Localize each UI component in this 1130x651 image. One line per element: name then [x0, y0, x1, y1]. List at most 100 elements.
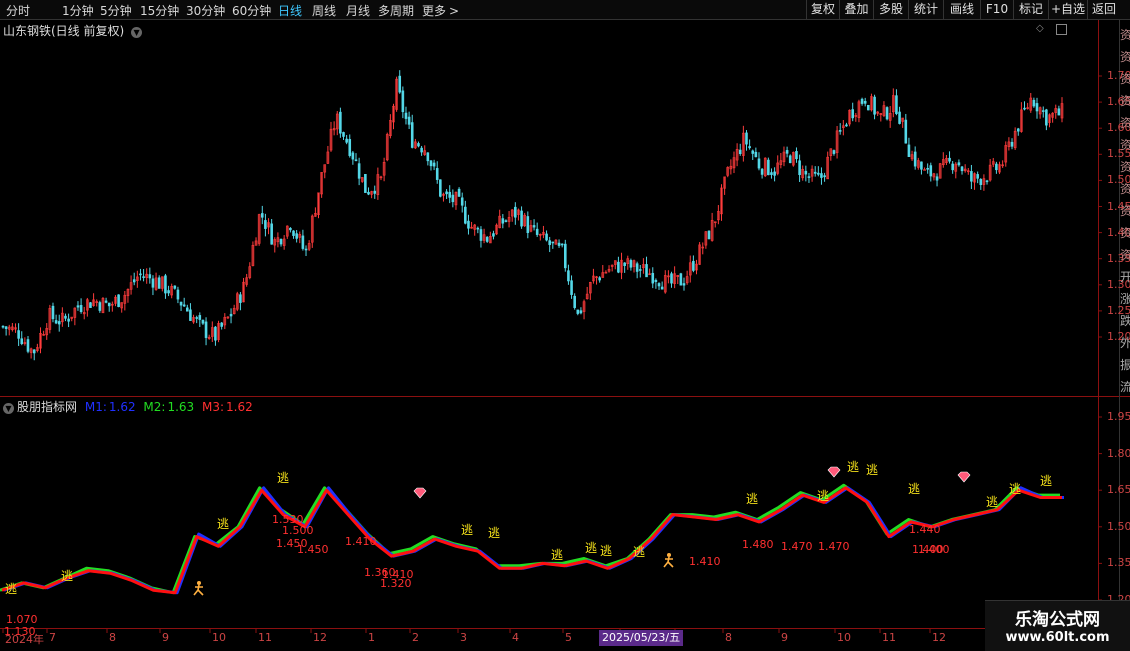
- side-quote-char: 资: [1120, 226, 1130, 240]
- candle-body: [432, 162, 436, 167]
- candle-body: [214, 326, 217, 341]
- candle-body: [904, 119, 908, 144]
- candle-body: [167, 290, 170, 294]
- candle-body: [979, 179, 983, 185]
- date-tick-label: 8: [725, 631, 732, 644]
- price-note-label: 1.440: [909, 523, 941, 536]
- candle-body: [795, 151, 798, 160]
- indicator-tick-label: 1.95: [1107, 410, 1130, 423]
- candle-body: [301, 235, 305, 249]
- side-quote-char: 资: [1120, 72, 1130, 86]
- escape-signal-label: 逃: [866, 463, 878, 477]
- escape-signal-label: 逃: [61, 569, 73, 583]
- candle-body: [464, 206, 467, 224]
- candle-body: [1035, 103, 1039, 112]
- candle-body: [457, 188, 461, 197]
- candle-body: [67, 318, 70, 322]
- candle-body: [526, 216, 530, 234]
- candle-body: [1045, 109, 1048, 126]
- candle-body: [51, 305, 55, 320]
- price-note-label: 1.320: [380, 577, 412, 590]
- escape-signal-label: 逃: [908, 482, 920, 496]
- date-tick-label: 11: [258, 631, 272, 644]
- candle-body: [567, 270, 570, 282]
- candle-body: [785, 150, 789, 154]
- candle-body: [838, 130, 842, 132]
- candle-body: [617, 261, 620, 273]
- candle-body: [492, 233, 495, 237]
- candle-body: [863, 100, 867, 104]
- escape-signal-label: 逃: [817, 489, 829, 503]
- candle-body: [339, 111, 342, 134]
- candle-body: [679, 273, 683, 286]
- candle-body: [651, 272, 655, 284]
- candle-body: [176, 289, 180, 300]
- escape-signal-label: 逃: [585, 541, 597, 555]
- candle-body: [132, 279, 136, 283]
- candle-body: [885, 107, 889, 120]
- candle-body: [532, 225, 536, 228]
- candle-body: [139, 273, 142, 276]
- candle-body: [351, 152, 355, 160]
- candle-body: [401, 90, 405, 113]
- candle-body: [923, 169, 926, 171]
- date-tick-label: 10: [837, 631, 851, 644]
- candle-body: [182, 304, 186, 307]
- runner-icon-head: [667, 553, 671, 557]
- candle-body: [760, 168, 764, 175]
- candle-body: [270, 223, 273, 245]
- candle-body: [445, 191, 448, 195]
- candle-body: [804, 170, 808, 175]
- candle-body: [995, 163, 998, 171]
- escape-signal-label: 逃: [1040, 474, 1052, 488]
- escape-signal-label: 逃: [633, 545, 645, 559]
- candle-body: [598, 277, 601, 281]
- side-quote-char: 资: [1120, 116, 1130, 130]
- candle-body: [985, 180, 989, 183]
- escape-signal-label: 逃: [551, 548, 563, 562]
- side-quote-char: 资: [1120, 28, 1130, 42]
- candle-body: [289, 227, 292, 231]
- candle-body: [570, 280, 573, 295]
- candle-body: [485, 236, 489, 242]
- candle-body: [448, 191, 452, 198]
- escape-signal-label: 逃: [277, 471, 289, 485]
- candle-body: [151, 278, 155, 288]
- candle-body: [1032, 99, 1036, 107]
- price-note-label: 1.470: [781, 540, 813, 553]
- date-tick-label: 10: [212, 631, 226, 644]
- candle-body: [770, 172, 773, 175]
- cursor-date-badge: 2025/05/23/五: [599, 630, 684, 646]
- candle-body: [1023, 107, 1026, 110]
- candle-body: [551, 241, 555, 244]
- date-tick-label: 2024年: [5, 633, 44, 646]
- candle-body: [654, 279, 658, 282]
- candle-body: [788, 155, 792, 164]
- candle-body: [745, 132, 748, 145]
- candle-body: [1016, 128, 1020, 132]
- indicator-line-m3: [1, 486, 1062, 595]
- candle-body: [410, 122, 414, 148]
- runner-icon: [193, 584, 204, 596]
- candle-body: [239, 294, 242, 303]
- candle-body: [976, 174, 979, 179]
- candle-body: [748, 146, 751, 149]
- date-tick-label: 11: [882, 631, 896, 644]
- candle-body: [623, 262, 626, 266]
- candle-body: [660, 286, 664, 290]
- candle-body: [295, 233, 298, 239]
- candle-body: [467, 220, 470, 229]
- indicator-tick-label: 1.65: [1107, 483, 1130, 497]
- candle-body: [195, 317, 198, 319]
- candle-body: [501, 218, 505, 224]
- candle-body: [201, 319, 205, 324]
- candle-body: [1010, 141, 1014, 147]
- candle-body: [157, 277, 161, 289]
- candle-body: [279, 239, 283, 245]
- candle-body: [951, 163, 954, 171]
- candle-body: [173, 285, 177, 289]
- candle-body: [867, 104, 870, 111]
- chart-canvas[interactable]: 逃逃逃逃逃 逃逃逃逃逃逃 逃逃 逃逃逃逃逃1.0701.1301.5301.5001.…: [0, 0, 1130, 650]
- candle-body: [798, 160, 801, 175]
- candle-body: [670, 273, 673, 284]
